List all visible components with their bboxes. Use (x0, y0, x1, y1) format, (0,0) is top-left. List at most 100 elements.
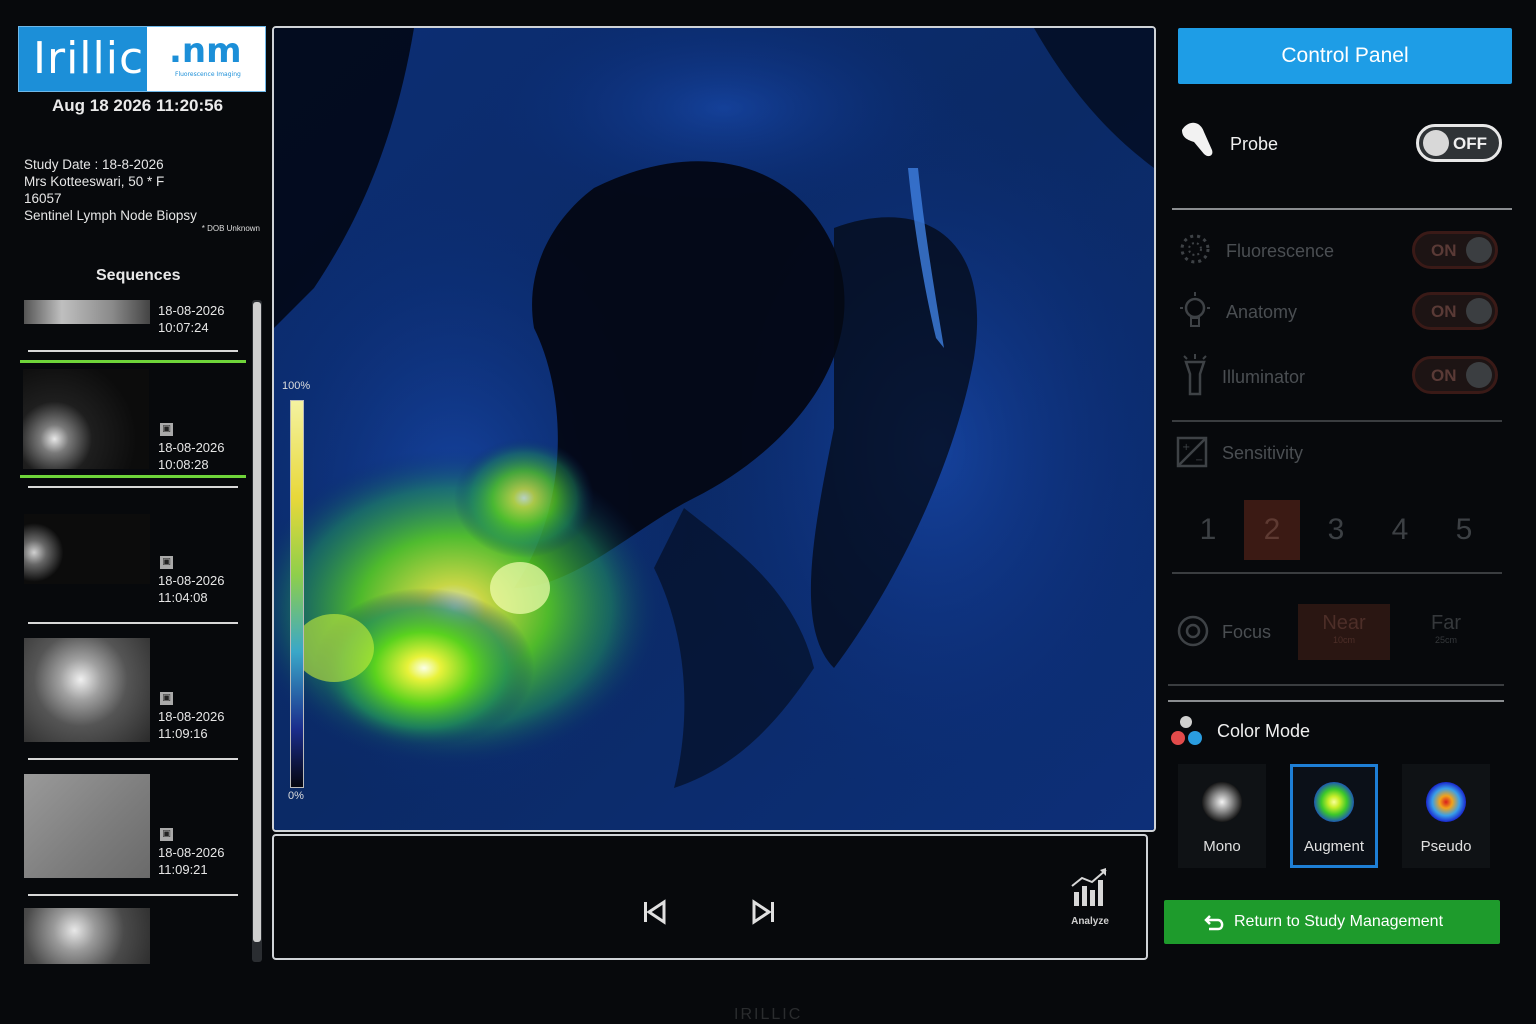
probe-toggle[interactable]: OFF (1416, 124, 1502, 162)
scrollbar-thumb[interactable] (253, 302, 261, 942)
dob-note: * DOB Unknown (201, 224, 260, 233)
sequences-title: Sequences (96, 267, 181, 284)
fluorescence-image (274, 28, 1154, 830)
pseudo-label: Pseudo (1420, 838, 1472, 855)
image-file-icon: ▣ (160, 556, 173, 569)
anatomy-label: Anatomy (1226, 302, 1298, 322)
section-divider (1172, 572, 1502, 574)
sequence-item-selected[interactable]: ▣ 18-08-2026 10:08:28 (20, 360, 246, 478)
sequence-item[interactable]: ▣ 18-08-2026 11:09:21 (20, 768, 246, 894)
sequence-item[interactable]: ▣ 18-08-2026 11:04:08 (20, 496, 246, 622)
sequence-thumbnail (24, 638, 150, 742)
sequence-thumbnail (24, 908, 150, 964)
toggle-knob (1466, 298, 1492, 324)
sequence-timestamp: 18-08-2026 10:08:28 (158, 439, 225, 473)
control-panel: Control Panel Probe OFF Fluorescence ON … (1162, 24, 1522, 964)
color-mode-label: Color Mode (1217, 721, 1311, 741)
toggle-knob (1466, 362, 1492, 388)
patient-name: Mrs Kotteeswari, 50 * F (24, 174, 165, 189)
sensitivity-label: Sensitivity (1222, 443, 1304, 463)
nm-badge: .nm Fluorescence Imaging (147, 27, 265, 91)
illuminator-toggle[interactable]: ON (1412, 356, 1498, 394)
sequence-time: 11:04:08 (158, 590, 208, 605)
focus-far-label: Far (1431, 612, 1461, 634)
section-divider (1168, 700, 1504, 702)
color-mode-augment[interactable]: Augment (1290, 764, 1378, 868)
fluorescence-toggle-state: ON (1431, 241, 1457, 260)
return-button-label: Return to Study Management (1234, 913, 1444, 930)
sequence-date: 18-08-2026 (158, 709, 225, 724)
analyze-button[interactable]: Analyze (1062, 864, 1118, 934)
sequence-divider (28, 894, 238, 896)
image-file-icon: ▣ (160, 828, 173, 841)
skip-next-button[interactable] (748, 896, 780, 928)
augment-swatch-icon (1314, 782, 1354, 822)
sequence-time: 11:09:16 (158, 726, 208, 741)
fluorescence-toggle[interactable]: ON (1412, 231, 1498, 269)
fluorescence-icon (1180, 234, 1210, 264)
sequence-thumbnail (24, 774, 150, 878)
intensity-colorbar (290, 400, 304, 788)
sensitivity-icon: + − (1176, 436, 1208, 468)
sequence-list[interactable]: 18-08-2026 10:07:24 ▣ 18-08-2026 10:08:2… (20, 300, 246, 970)
control-panel-title: Control Panel (1281, 44, 1409, 67)
sequence-timestamp: 18-08-2026 11:09:21 (158, 844, 225, 878)
focus-near-option[interactable]: Near 10cm (1298, 604, 1390, 660)
svg-text:+: + (1182, 442, 1190, 453)
sequence-timestamp: 18-08-2026 11:04:08 (158, 572, 225, 606)
color-mode-pseudo[interactable]: Pseudo (1402, 764, 1490, 868)
section-divider (1168, 684, 1504, 686)
section-divider (1172, 208, 1512, 210)
procedure-name: Sentinel Lymph Node Biopsy (24, 208, 197, 223)
sequence-thumbnail (23, 369, 149, 469)
focus-far-option[interactable]: Far 25cm (1400, 604, 1492, 660)
playback-bar: Analyze (272, 834, 1148, 960)
patient-info: Study Date : 18-8-2026 Mrs Kotteeswari, … (24, 156, 197, 224)
color-mode-mono[interactable]: Mono (1178, 764, 1266, 868)
anatomy-toggle[interactable]: ON (1412, 292, 1498, 330)
sequence-date: 18-08-2026 (158, 440, 225, 455)
monitor-brand-footer: IRILLIC (734, 1006, 803, 1023)
mono-label: Mono (1203, 838, 1241, 855)
fluorescence-image-viewer[interactable]: 100% 0% (272, 26, 1156, 832)
sensitivity-level-2[interactable]: 2 (1244, 500, 1300, 560)
pseudo-swatch-icon (1426, 782, 1466, 822)
nm-mark: .nm (169, 31, 242, 71)
sequence-date: 18-08-2026 (158, 573, 225, 588)
fluorescence-label: Fluorescence (1226, 241, 1335, 261)
return-arrow-icon (1204, 915, 1224, 931)
colorbar-min-label: 0% (288, 790, 304, 802)
sequence-item[interactable]: ▣ 18-08-2026 11:09:16 (20, 632, 246, 758)
sequence-time: 11:09:21 (158, 862, 208, 877)
sequence-scrollbar[interactable] (252, 300, 262, 962)
sequence-divider (28, 758, 238, 760)
sensitivity-level-5[interactable]: 5 (1436, 500, 1492, 560)
svg-text:−: − (1195, 455, 1203, 466)
analyze-label: Analyze (1071, 916, 1109, 927)
sequence-time: 10:07:24 (158, 320, 209, 335)
focus-near-distance: 10cm (1332, 635, 1355, 645)
analyze-chart-icon (1071, 868, 1107, 906)
brand-name: Irillic (33, 33, 145, 84)
toggle-knob (1423, 130, 1449, 156)
focus-near-label: Near (1322, 612, 1366, 634)
focus-label: Focus (1222, 622, 1272, 642)
left-sidebar: Irillic .nm Fluorescence Imaging Aug 18 … (14, 24, 270, 974)
sequence-thumbnail (24, 514, 150, 584)
sequence-item[interactable] (20, 904, 246, 966)
sensitivity-level-4[interactable]: 4 (1372, 500, 1428, 560)
toggle-knob (1466, 237, 1492, 263)
irillic-logo: Irillic .nm Fluorescence Imaging (18, 26, 266, 92)
return-to-study-management-button[interactable]: Return to Study Management (1164, 900, 1500, 944)
sequence-timestamp: 18-08-2026 11:09:16 (158, 708, 225, 742)
sequence-time: 10:08:28 (158, 457, 209, 472)
sensitivity-level-3[interactable]: 3 (1308, 500, 1364, 560)
datetime-display: Aug 18 2026 11:20:56 (52, 96, 224, 115)
sensitivity-level-1[interactable]: 1 (1180, 500, 1236, 560)
nm-subtitle: Fluorescence Imaging (175, 71, 241, 78)
sequence-date: 18-08-2026 (158, 845, 225, 860)
sequence-divider (28, 622, 238, 624)
color-mode-icon (1171, 716, 1202, 745)
sequence-divider (28, 350, 238, 352)
skip-previous-button[interactable] (638, 896, 670, 928)
